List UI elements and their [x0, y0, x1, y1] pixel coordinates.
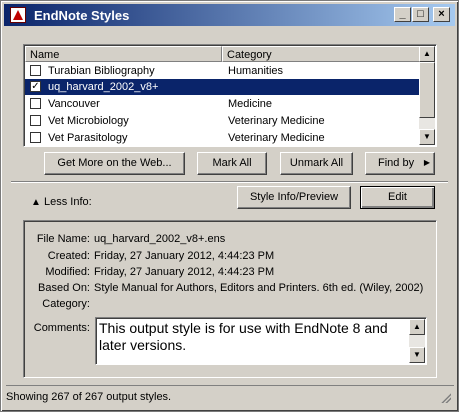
checkbox[interactable]	[30, 65, 41, 76]
unmark-all-button[interactable]: Unmark All	[280, 152, 353, 175]
column-header-name[interactable]: Name	[25, 46, 222, 62]
modified-value: Friday, 27 January 2012, 4:44:23 PM	[94, 266, 275, 278]
comments-text: This output style is for use with EndNot…	[99, 320, 388, 353]
scroll-up-arrow-icon[interactable]: ▲	[409, 319, 425, 335]
window-title: EndNote Styles	[34, 8, 130, 23]
created-label: Created:	[47, 250, 90, 262]
checkbox[interactable]	[30, 98, 41, 109]
style-name: Vet Parasitology	[48, 132, 128, 144]
style-category: Medicine	[228, 98, 273, 110]
list-item[interactable]: Vet Parasitology Veterinary Medicine	[25, 130, 421, 146]
checkbox[interactable]	[30, 132, 41, 143]
style-name: Vancouver	[48, 98, 100, 110]
resize-grip-icon[interactable]	[439, 391, 451, 403]
style-info-preview-button[interactable]: Style Info/Preview	[237, 186, 351, 209]
scroll-down-arrow-icon[interactable]: ▼	[419, 129, 435, 145]
style-category: Humanities	[228, 65, 284, 77]
status-text: Showing 267 of 267 output styles.	[6, 391, 172, 403]
style-category: Veterinary Medicine	[228, 132, 325, 144]
style-category: Veterinary Medicine	[228, 115, 325, 127]
list-header: Name Category	[25, 46, 421, 62]
list-item[interactable]: Vet Microbiology Veterinary Medicine	[25, 113, 421, 129]
get-more-on-web-button[interactable]: Get More on the Web...	[44, 152, 185, 175]
scroll-thumb[interactable]	[419, 62, 435, 118]
find-by-button[interactable]: Find by ▶	[365, 152, 435, 175]
list-item-selected[interactable]: ✓ uq_harvard_2002_v8+	[25, 79, 421, 95]
separator	[11, 181, 448, 183]
created-value: Friday, 27 January 2012, 4:44:23 PM	[94, 250, 275, 262]
file-name-value: uq_harvard_2002_v8+.ens	[94, 233, 226, 245]
based-on-value: Style Manual for Authors, Editors and Pr…	[94, 282, 424, 294]
modified-label: Modified:	[45, 266, 90, 278]
endnote-styles-window: EndNote Styles _ □ × Name Category Turab…	[0, 0, 459, 412]
comments-label: Comments:	[33, 322, 90, 334]
edit-button[interactable]: Edit	[360, 186, 435, 209]
list-vertical-scrollbar[interactable]: ▲ ▼	[419, 46, 435, 145]
mark-all-button[interactable]: Mark All	[197, 152, 267, 175]
arrow-right-icon: ▶	[423, 158, 430, 167]
style-name: Turabian Bibliography	[48, 65, 155, 77]
file-name-label: File Name:	[36, 233, 90, 245]
status-bar: Showing 267 of 267 output styles.	[6, 385, 454, 406]
title-bar[interactable]: EndNote Styles _ □ ×	[4, 4, 455, 26]
close-button[interactable]: ×	[433, 7, 450, 22]
list-item[interactable]: Vancouver Medicine	[25, 96, 421, 112]
based-on-label: Based On:	[38, 282, 90, 294]
comments-textarea[interactable]: This output style is for use with EndNot…	[95, 317, 427, 365]
checkbox[interactable]	[30, 115, 41, 126]
comments-scrollbar[interactable]: ▲ ▼	[409, 319, 425, 363]
style-info-panel: File Name: uq_harvard_2002_v8+.ens Creat…	[23, 220, 437, 378]
endnote-app-icon	[10, 7, 26, 23]
collapse-up-arrow-icon[interactable]: ▲	[31, 197, 41, 208]
checkbox-checked[interactable]: ✓	[30, 81, 41, 92]
style-name: uq_harvard_2002_v8+	[48, 81, 159, 93]
column-header-category[interactable]: Category	[222, 46, 421, 62]
list-item[interactable]: Turabian Bibliography Humanities	[25, 63, 421, 79]
category-label: Category:	[42, 298, 90, 310]
scroll-up-arrow-icon[interactable]: ▲	[419, 46, 435, 62]
style-name: Vet Microbiology	[48, 115, 129, 127]
styles-list[interactable]: Name Category Turabian Bibliography Huma…	[23, 44, 437, 147]
maximize-button[interactable]: □	[412, 7, 429, 22]
find-by-label: Find by	[378, 157, 415, 169]
minimize-button[interactable]: _	[394, 7, 411, 22]
less-info-label: Less Info:	[44, 196, 92, 208]
scroll-down-arrow-icon[interactable]: ▼	[409, 347, 425, 363]
